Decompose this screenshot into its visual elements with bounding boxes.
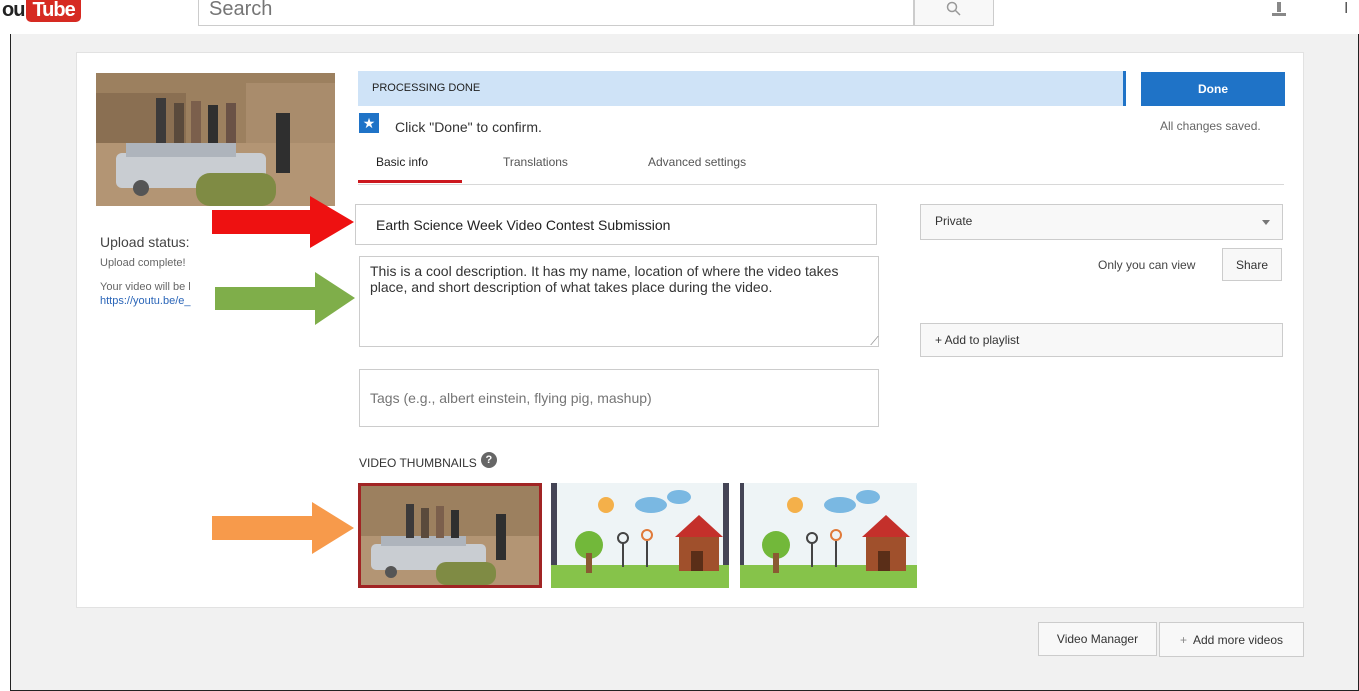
plus-icon: + (1179, 632, 1187, 647)
search-button[interactable] (914, 0, 994, 26)
upload-icon[interactable] (1268, 2, 1290, 18)
add-to-playlist-button[interactable]: + Add to playlist (920, 323, 1283, 357)
star-icon: ★ (359, 113, 379, 133)
arrow-icon-title (212, 196, 354, 248)
upload-icon-stem (1277, 2, 1281, 12)
search-box (198, 0, 914, 26)
confirm-instruction: Click "Done" to confirm. (395, 119, 542, 135)
add-more-videos-button[interactable]: + Add more videos (1159, 622, 1304, 657)
arrow-thumbnail-shape (212, 502, 354, 554)
logo-you-text: ou (2, 0, 25, 21)
privacy-note: Only you can view (1098, 258, 1196, 272)
search-input[interactable] (199, 0, 913, 25)
privacy-selected-value: Private (935, 214, 973, 228)
share-button[interactable]: Share (1222, 248, 1282, 281)
description-textarea[interactable]: This is a cool description. It has my na… (359, 256, 879, 347)
video-thumbnails-label: VIDEO THUMBNAILS (359, 456, 477, 470)
arrow-description-shape (215, 272, 355, 325)
search-icon (946, 1, 961, 16)
youtube-logo[interactable]: ou Tube (0, 0, 81, 26)
active-tab-indicator (358, 180, 462, 183)
title-input[interactable] (355, 204, 877, 245)
arrow-icon-thumbnail (212, 502, 354, 554)
add-more-videos-label: Add more videos (1192, 632, 1284, 647)
thumbnail-option-1[interactable] (358, 483, 542, 588)
done-button[interactable]: Done (1141, 72, 1285, 106)
video-link[interactable]: https://youtu.be/e_ (100, 295, 191, 307)
video-live-text: Your video will be l (100, 281, 191, 293)
upload-complete-text: Upload complete! (100, 257, 186, 269)
top-bar: ou Tube I (0, 0, 1359, 34)
video-preview-image[interactable] (96, 73, 335, 206)
video-manager-button[interactable]: Video Manager (1038, 622, 1157, 656)
processing-label: PROCESSING DONE (372, 82, 481, 94)
tags-input[interactable] (359, 369, 879, 427)
video-thumbnails-heading: VIDEO THUMBNAILS ? (359, 452, 497, 470)
help-icon[interactable]: ? (480, 452, 497, 468)
processing-status-bar: PROCESSING DONE (358, 71, 1126, 106)
tab-basic-info[interactable]: Basic info (376, 155, 428, 169)
privacy-select[interactable]: Private (920, 204, 1283, 240)
arrow-title-shape (212, 196, 354, 248)
chevron-down-icon (1262, 220, 1270, 225)
thumbnail-option-3[interactable] (740, 483, 917, 588)
arrow-icon-description (215, 272, 355, 325)
thumbnail-option-2[interactable] (551, 483, 729, 588)
tab-translations[interactable]: Translations (503, 155, 568, 169)
settings-tabs: Basic info Translations Advanced setting… (358, 147, 1284, 185)
logo-tube-text: Tube (26, 0, 81, 22)
top-right-letter: I (1344, 0, 1349, 17)
upload-icon-base (1272, 13, 1286, 16)
tab-advanced-settings[interactable]: Advanced settings (648, 155, 746, 169)
upload-status-title: Upload status: (100, 234, 190, 250)
saved-status: All changes saved. (1160, 119, 1261, 133)
